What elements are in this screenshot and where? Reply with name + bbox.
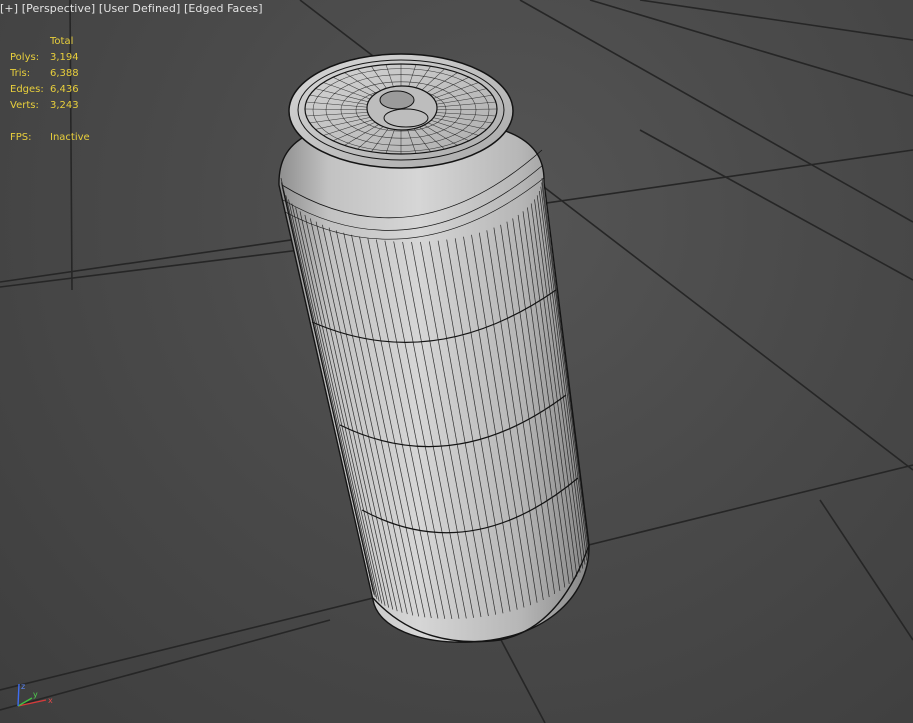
y-axis-label: y — [33, 690, 38, 699]
tris-label: Tris: — [10, 68, 31, 79]
can-mesh[interactable] — [278, 53, 590, 643]
viewport-plus-menu[interactable]: [+] — [0, 2, 18, 15]
polys-value: 3,194 — [50, 52, 79, 63]
verts-value: 3,243 — [50, 100, 79, 111]
viewport-view-preset-menu[interactable]: [User Defined] — [99, 2, 180, 15]
z-axis-line — [17, 683, 20, 707]
edges-label: Edges: — [10, 84, 44, 95]
viewport-shading-menu[interactable]: [Edged Faces] — [184, 2, 263, 15]
pull-tab-ring — [379, 90, 415, 110]
grid-line — [0, 249, 301, 288]
viewport-label-menu[interactable]: [+] [Perspective] [User Defined] [Edged … — [0, 2, 263, 15]
edges-value: 6,436 — [50, 84, 79, 95]
grid-line — [639, 0, 913, 41]
stats-total-header: Total — [50, 36, 74, 47]
tris-value: 6,388 — [50, 68, 79, 79]
z-axis-label: z — [21, 682, 25, 691]
fps-label: FPS: — [10, 132, 32, 143]
axis-tripod-icon: x y z — [17, 682, 53, 707]
grid-line — [519, 0, 913, 223]
grid-line — [639, 129, 913, 281]
polys-label: Polys: — [10, 52, 40, 63]
verts-label: Verts: — [10, 100, 39, 111]
x-axis-label: x — [48, 696, 53, 705]
viewport-scene[interactable] — [0, 0, 913, 723]
fps-value: Inactive — [50, 132, 90, 143]
grid-line — [819, 499, 913, 641]
grid-line — [589, 0, 913, 97]
grid-line — [499, 637, 546, 723]
can-lid — [288, 53, 514, 169]
viewport-point-of-view-menu[interactable]: [Perspective] — [22, 2, 96, 15]
perspective-viewport[interactable]: [+] [Perspective] [User Defined] [Edged … — [0, 0, 913, 723]
